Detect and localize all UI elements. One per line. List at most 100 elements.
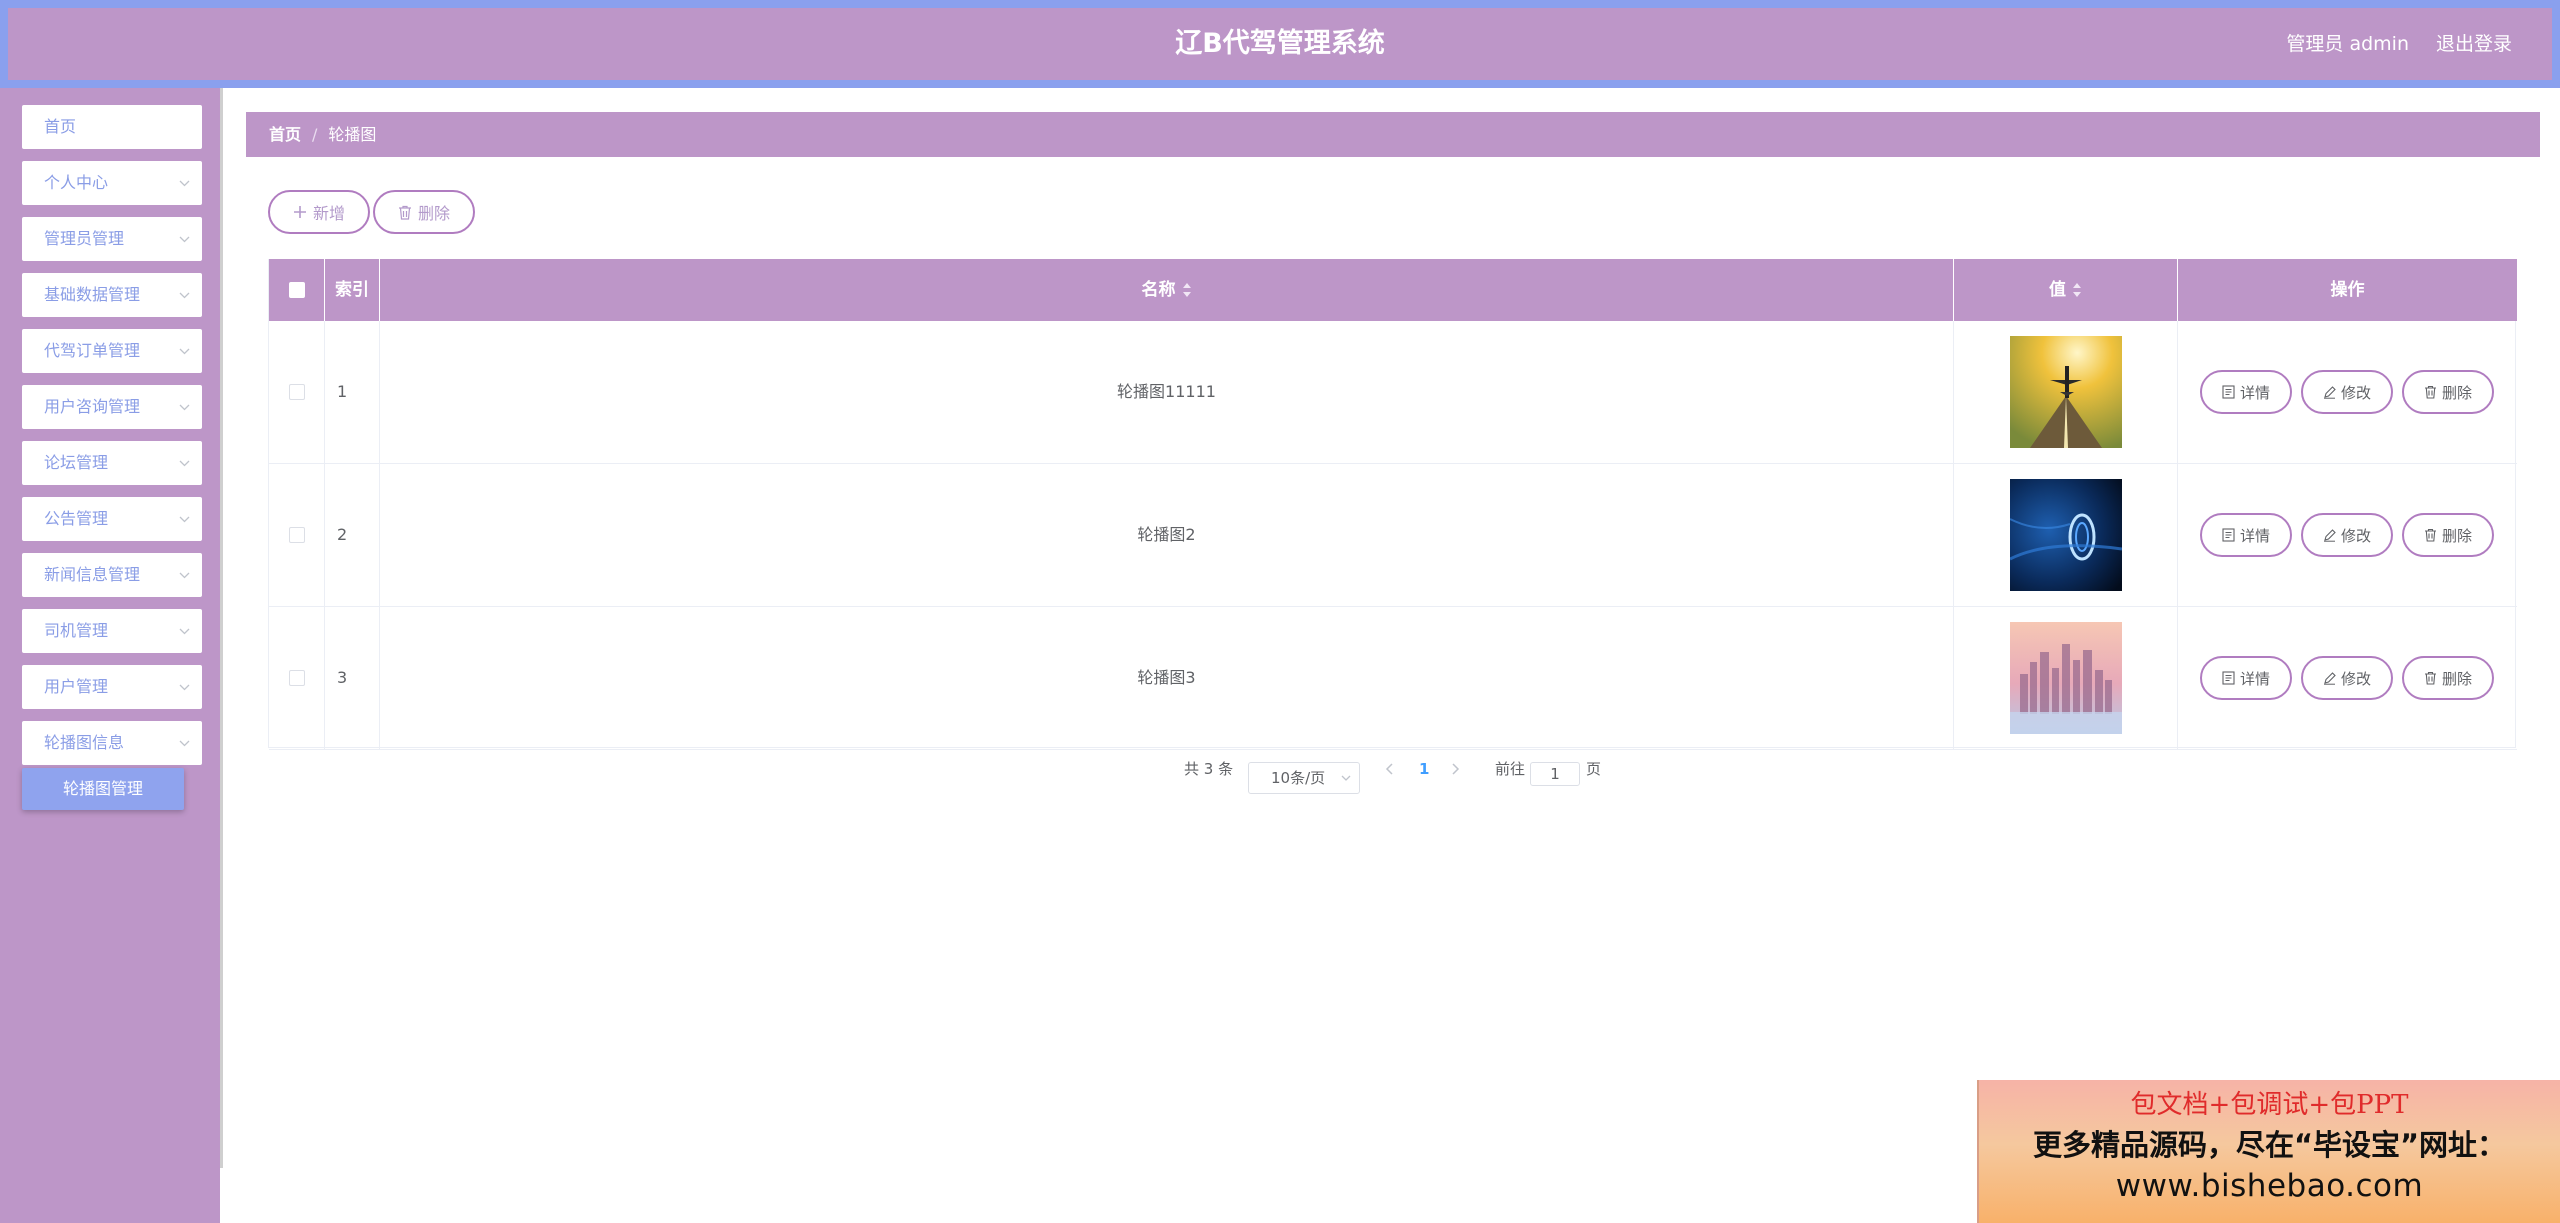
sidebar-item-label: 论坛管理 [44,453,109,472]
sidebar-item-label: 基础数据管理 [44,285,141,304]
sidebar-divider [220,88,223,1168]
detail-button[interactable]: 详情 [2200,656,2292,700]
plus-icon [293,206,306,218]
breadcrumb-current: 轮播图 [328,125,377,144]
detail-button-label: 详情 [2239,669,2270,688]
sidebar-item-8[interactable]: 新闻信息管理 [22,553,202,597]
row-name: 轮播图2 [380,464,1954,606]
row-thumbnail-city-skyline[interactable] [2010,622,2122,734]
top-header: 辽B代驾管理系统 管理员 admin 退出登录 [0,0,2560,88]
row-select-cell [269,321,325,463]
row-actions: 详情 修改 删除 [2178,321,2517,463]
promo-line-1: 包文档+包调试+包PPT [2130,1090,2409,1120]
sidebar-item-0[interactable]: 首页 [22,105,202,149]
detail-button[interactable]: 详情 [2200,370,2292,414]
sidebar-item-label: 轮播图信息 [44,733,125,752]
add-button[interactable]: 新增 [268,190,370,234]
prev-page-button[interactable] [1385,762,1394,792]
sidebar-item-label: 代驾订单管理 [44,341,141,360]
table-row: 1 轮播图11111 详情 修改 删除 [269,321,2517,464]
delete-button-label: 删除 [2441,669,2472,688]
table-row: 3 轮播图3 详情 修改 删除 [269,607,2517,750]
goto-page-input[interactable] [1530,762,1580,786]
delete-button-label: 删除 [2441,383,2472,402]
edit-button[interactable]: 修改 [2301,656,2393,700]
delete-button[interactable]: 删除 [2402,656,2494,700]
delete-button[interactable]: 删除 [2402,370,2494,414]
row-select-cell [269,464,325,606]
row-thumbnail-blue-ring[interactable] [2009,479,2123,591]
sidebar-item-label: 个人中心 [44,173,109,192]
header-value[interactable]: 值 [1954,259,2178,321]
sort-icon [1182,282,1192,298]
breadcrumb: 首页 / 轮播图 [246,112,2540,157]
edit-button-label: 修改 [2340,526,2371,545]
chevron-down-icon [178,721,190,765]
document-icon [2222,528,2235,542]
sidebar-subitem-carousel-management[interactable]: 轮播图管理 [22,768,184,810]
sidebar-item-11[interactable]: 轮播图信息 [22,721,202,765]
current-user-label: 管理员 admin [2286,33,2409,55]
document-icon [2222,671,2235,685]
chevron-down-icon [178,273,190,317]
sidebar-item-1[interactable]: 个人中心 [22,161,202,205]
sidebar-item-6[interactable]: 论坛管理 [22,441,202,485]
row-name: 轮播图11111 [380,321,1954,463]
page-size-select[interactable]: 10条/页 [1248,762,1360,794]
sidebar-item-7[interactable]: 公告管理 [22,497,202,541]
delete-button[interactable]: 删除 [2402,513,2494,557]
goto-suffix: 页 [1586,760,1602,778]
chevron-down-icon [178,329,190,373]
sidebar-item-label: 用户管理 [44,677,109,696]
header-index: 索引 [325,259,380,321]
sidebar-item-4[interactable]: 代驾订单管理 [22,329,202,373]
chevron-down-icon [178,385,190,429]
row-checkbox[interactable] [289,384,305,400]
edit-button-label: 修改 [2340,669,2371,688]
row-thumbnail-airplane[interactable] [2010,336,2122,448]
breadcrumb-home[interactable]: 首页 [269,125,301,144]
row-checkbox[interactable] [289,527,305,543]
detail-button-label: 详情 [2239,383,2270,402]
batch-delete-button-label: 删除 [417,204,450,223]
document-icon [2222,385,2235,399]
row-index: 3 [325,607,380,749]
carousel-table: 索引 名称 值 操作 1 轮播图11111 详情 修改 删除 2 轮播图2 详情 修改 删除 3 轮播… [268,259,2517,750]
chevron-down-icon [178,553,190,597]
promo-line-2: 更多精品源码，尽在“毕设宝”网址： [2032,1128,2507,1162]
next-page-button[interactable] [1451,762,1460,792]
promo-banner: 包文档+包调试+包PPT 更多精品源码，尽在“毕设宝”网址： www.bishe… [1977,1080,2560,1223]
pencil-icon [2323,671,2336,685]
row-checkbox[interactable] [289,670,305,686]
trash-icon [2424,528,2437,542]
sidebar-item-10[interactable]: 用户管理 [22,665,202,709]
batch-delete-button[interactable]: 删除 [373,190,475,234]
pagination-total: 共 3 条 [1184,760,1234,778]
row-image-cell [1954,607,2178,749]
row-name: 轮播图3 [380,607,1954,749]
edit-button-label: 修改 [2340,383,2371,402]
header-name[interactable]: 名称 [380,259,1954,321]
goto-prefix: 前往 [1495,760,1526,778]
table-header: 索引 名称 值 操作 [269,259,2517,321]
edit-button[interactable]: 修改 [2301,513,2393,557]
trash-icon [398,205,411,220]
chevron-left-icon [1385,763,1393,775]
sort-icon [2072,282,2082,298]
chevron-right-icon [1452,763,1460,775]
detail-button[interactable]: 详情 [2200,513,2292,557]
edit-button[interactable]: 修改 [2301,370,2393,414]
logout-link[interactable]: 退出登录 [2436,8,2512,80]
delete-button-label: 删除 [2441,526,2472,545]
sidebar-item-label: 新闻信息管理 [44,565,141,584]
chevron-down-icon [178,217,190,261]
sidebar-item-label: 司机管理 [44,621,109,640]
sidebar-item-label: 首页 [44,117,77,136]
add-button-label: 新增 [312,204,345,223]
sidebar-item-3[interactable]: 基础数据管理 [22,273,202,317]
page-number-current[interactable]: 1 [1419,760,1429,790]
sidebar-item-5[interactable]: 用户咨询管理 [22,385,202,429]
sidebar-item-2[interactable]: 管理员管理 [22,217,202,261]
sidebar-item-9[interactable]: 司机管理 [22,609,202,653]
select-all-checkbox[interactable] [289,282,305,298]
